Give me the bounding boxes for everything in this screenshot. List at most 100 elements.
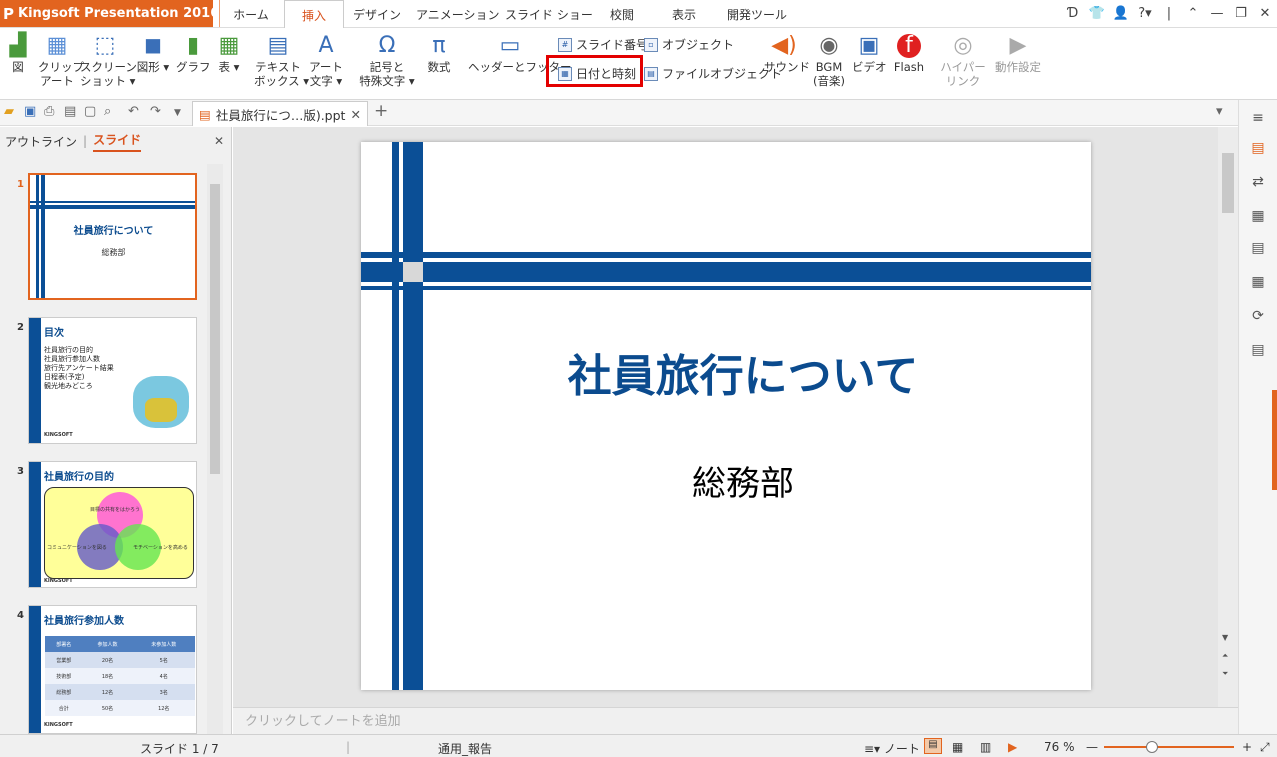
close-icon[interactable]: ✕ — [1253, 6, 1277, 21]
textbox-button[interactable]: ▤ テキスト ボックス ▾ — [254, 34, 309, 89]
slide-position: スライド 1 / 7 — [140, 742, 219, 756]
file-object-button[interactable]: ▤ ファイルオブジェクト — [644, 65, 782, 82]
text-label: 目標の共有をはかろう — [90, 507, 141, 513]
tab-slides[interactable]: スライド — [93, 131, 142, 152]
illustration-image — [133, 376, 189, 428]
new-tab-icon[interactable]: + — [374, 101, 388, 121]
text-label: 総務部 — [56, 689, 72, 696]
canvas-scrollbar[interactable]: ▼ ⏶ ⏷ — [1218, 127, 1238, 707]
document-search-icon[interactable]: ▤ — [1249, 342, 1267, 360]
symbol-button[interactable]: Ω 記号と 特殊文字 ▾ — [356, 34, 418, 89]
ribbon-insert: ▟ 図 ▦ クリップ アート ⬚ スクリーン ショット ▾ ◼ 図形 ▾ ▮ グラフ ▦ 表 ▾… — [0, 28, 1277, 100]
zoom-in-icon[interactable]: + — [1242, 740, 1252, 754]
tab-insert[interactable]: 挿入 — [284, 0, 344, 29]
video-button[interactable]: ▣ ビデオ — [852, 34, 887, 75]
file-object-icon: ▤ — [644, 66, 658, 81]
equation-button[interactable]: π 数式 — [422, 34, 456, 75]
notes-toggle[interactable]: ≡▾ ノート — [864, 740, 920, 757]
minimize-icon[interactable]: — — [1205, 6, 1229, 21]
save-icon[interactable]: ▣ — [24, 104, 36, 119]
template-name: 通用_報告 — [438, 742, 493, 756]
sorter-view-icon[interactable]: ▦ — [952, 740, 963, 754]
tab-home[interactable]: ホーム — [226, 0, 276, 28]
thumb-list: 社員旅行の目的 社員旅行参加人数 旅行先アンケート結果 日程表(予定) 観光地みどころ — [44, 346, 114, 391]
preview-icon[interactable]: ▢ — [84, 104, 96, 119]
text-label: ボックス ▾ — [254, 74, 310, 88]
slide-subtitle[interactable]: 総務部 — [423, 456, 1063, 505]
new-slide-icon[interactable]: ▤ — [1249, 140, 1267, 158]
bgm-button[interactable]: ◉ BGM (音楽) — [810, 34, 848, 89]
skin-icon[interactable]: Ɗ — [1061, 6, 1085, 21]
object-button[interactable]: ▫ オブジェクト — [644, 36, 734, 53]
reading-view-icon[interactable]: ▥ — [980, 740, 991, 754]
action-button[interactable]: ▶ 動作設定 — [992, 34, 1044, 75]
shirt-icon[interactable]: 👕 — [1085, 6, 1109, 21]
screenshot-button[interactable]: ⬚ スクリーン ショット ▾ — [80, 34, 137, 89]
arttext-button[interactable]: A アート 文字 ▾ — [306, 34, 346, 89]
close-icon[interactable]: ✕ — [214, 134, 224, 148]
clipart-button[interactable]: ▦ クリップ アート — [38, 34, 84, 89]
transition-icon[interactable]: ⇄ — [1249, 174, 1267, 192]
tab-outline[interactable]: アウトライン — [5, 133, 77, 150]
header-footer-button[interactable]: ▭ ヘッダーとフッター — [468, 34, 572, 75]
flash-button[interactable]: f Flash — [890, 34, 928, 75]
slide-number-button[interactable]: # スライド番号 — [558, 36, 648, 53]
slide-thumb-1[interactable]: 社員旅行について 総務部 — [28, 173, 197, 300]
close-icon[interactable]: ✕ — [351, 107, 361, 122]
tab-list-icon[interactable]: ▾ — [1216, 104, 1223, 119]
text-label: 図 — [12, 60, 24, 74]
restore-icon[interactable]: ❐ — [1229, 6, 1253, 21]
tab-animation[interactable]: アニメーション — [416, 0, 500, 28]
slide-thumb-4[interactable]: 社員旅行参加人数 部署名 参加人数 未参加人数 営業部 20名 5名 技術部 18名 4名 … — [28, 605, 197, 734]
text-label: スライド番号 — [576, 38, 649, 52]
side-handle[interactable] — [1272, 390, 1277, 490]
properties-icon[interactable]: ▤ — [1249, 240, 1267, 258]
slide-canvas[interactable]: 社員旅行について 総務部 — [361, 142, 1091, 690]
export-icon[interactable]: ▤ — [64, 104, 76, 119]
tab-developer[interactable]: 開発ツール — [722, 0, 792, 28]
highlight-box — [546, 55, 643, 87]
sound-button[interactable]: ◀) サウンド — [764, 34, 810, 75]
zoom-slider[interactable] — [1104, 741, 1234, 753]
slide-thumb-2[interactable]: 目次 社員旅行の目的 社員旅行参加人数 旅行先アンケート結果 日程表(予定) 観光地みど… — [28, 317, 197, 444]
user-icon[interactable]: 👤 — [1109, 6, 1133, 21]
grid-icon[interactable]: ▦ — [1249, 274, 1267, 292]
menu-lines-icon[interactable]: ≡ — [1249, 110, 1267, 128]
chart-button[interactable]: ▮ グラフ — [176, 34, 211, 75]
slide-decor-hline — [361, 252, 1091, 258]
slide-title[interactable]: 社員旅行について — [423, 340, 1063, 404]
picture-button[interactable]: ▟ 図 — [4, 34, 32, 75]
app-menu-button[interactable]: P Kingsoft Presentation 2016 ▼ — [0, 0, 227, 27]
redo-icon[interactable]: ↷ — [150, 104, 161, 119]
slideshow-play-icon[interactable]: ▶ — [1008, 740, 1017, 754]
text-label: テキスト — [255, 60, 301, 74]
table-button[interactable]: ▦ 表 ▾ — [214, 34, 244, 75]
backup-icon[interactable]: ⟳ — [1249, 308, 1267, 326]
normal-view-icon[interactable]: ▤ — [924, 738, 942, 754]
undo-icon[interactable]: ↶ — [128, 104, 139, 119]
text-label: 部署名 — [56, 641, 72, 648]
print-icon[interactable]: ⎙ — [44, 104, 54, 119]
help-icon[interactable]: ?▾ — [1133, 6, 1157, 21]
open-icon[interactable]: ▰ — [4, 104, 14, 119]
zoom-level[interactable]: 76 % — [1044, 740, 1075, 754]
zoom-out-icon[interactable]: — — [1086, 740, 1098, 754]
slides-scrollbar[interactable] — [207, 164, 223, 734]
slide-thumb-3[interactable]: 社員旅行の目的 目標の共有をはかろう コミュニケーションを図る モチベーションを… — [28, 461, 197, 588]
tab-design[interactable]: デザイン — [350, 0, 404, 28]
document-tab[interactable]: ▤ 社員旅行につ…版).ppt ✕ — [192, 101, 368, 126]
hyperlink-button[interactable]: ◎ ハイパー リンク — [940, 34, 986, 89]
notes-input[interactable]: クリックしてノートを追加 — [233, 707, 1238, 734]
find-icon[interactable]: ⌕ — [104, 104, 111, 119]
layers-icon[interactable]: ▦ — [1249, 208, 1267, 226]
tab-view[interactable]: 表示 — [660, 0, 708, 28]
pane-tabs: アウトライン | スライド ✕ — [0, 127, 232, 155]
fit-window-icon[interactable]: ⤢ — [1260, 740, 1270, 755]
zoom-thumb — [1146, 741, 1158, 753]
collapse-ribbon-icon[interactable]: ⌃ — [1181, 6, 1205, 21]
shapes-button[interactable]: ◼ 図形 ▾ — [134, 34, 172, 75]
tab-review[interactable]: 校閲 — [600, 0, 644, 28]
tab-slideshow[interactable]: スライド ショー — [505, 0, 593, 28]
thumb-title: 社員旅行の目的 — [44, 472, 114, 483]
qat-dropdown-icon[interactable]: ▼ — [174, 108, 181, 118]
